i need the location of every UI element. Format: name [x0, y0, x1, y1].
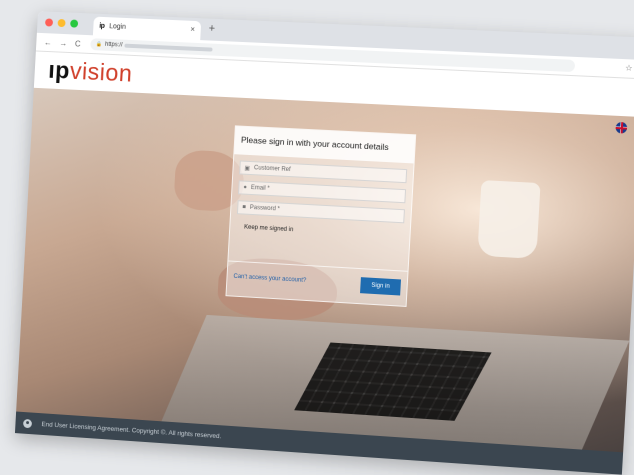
sign-in-button[interactable]: Sign in [360, 277, 401, 295]
close-tab-icon[interactable]: × [190, 25, 195, 34]
reload-icon[interactable]: C [75, 39, 81, 48]
maximize-window-button[interactable] [70, 20, 78, 28]
tab-title: Login [109, 23, 126, 31]
id-card-icon: ▣ [244, 164, 250, 171]
url-redacted [124, 44, 212, 52]
footer-text[interactable]: End User Licensing Agreement. Copyright … [41, 421, 221, 440]
password-placeholder: Password * [250, 205, 280, 213]
ipvision-logo[interactable]: ıpvision [48, 57, 134, 89]
bookmark-star-icon[interactable]: ☆ [625, 63, 633, 72]
close-window-button[interactable] [45, 18, 53, 26]
login-heading: Please sign in with your account details [234, 126, 415, 163]
back-icon[interactable]: ← [44, 38, 52, 47]
login-panel: Please sign in with your account details… [225, 125, 416, 307]
email-field[interactable]: ● Email * [238, 180, 406, 203]
background-cup [477, 180, 540, 259]
url-text: https:// [105, 42, 123, 49]
forward-icon[interactable]: → [59, 38, 67, 47]
minimize-window-button[interactable] [58, 19, 66, 27]
customer-ref-placeholder: Customer Ref [254, 165, 291, 173]
user-icon: ● [243, 185, 247, 191]
tab-favicon-logo: ip [99, 23, 104, 30]
password-field[interactable]: ■ Password * [237, 200, 405, 223]
logo-ip: ıp [48, 57, 71, 85]
cant-access-link[interactable]: Can't access your account? [233, 274, 306, 284]
email-placeholder: Email * [251, 185, 270, 192]
window-controls [45, 18, 78, 27]
new-tab-icon[interactable]: + [208, 23, 215, 35]
lock-icon: ■ [242, 204, 246, 210]
user-circle-icon[interactable] [23, 418, 32, 427]
customer-ref-field[interactable]: ▣ Customer Ref [239, 160, 407, 183]
keep-signed-in-checkbox[interactable]: Keep me signed in [244, 225, 410, 240]
lock-icon: 🔒 [96, 41, 102, 47]
logo-vision: vision [69, 58, 133, 88]
hero-background: Please sign in with your account details… [16, 88, 634, 453]
uk-flag-icon[interactable] [615, 122, 627, 134]
stage: ip Login × + ← → C 🔒 https:// ☆ ıpvision [0, 0, 634, 475]
browser-window: ip Login × + ← → C 🔒 https:// ☆ ıpvision [15, 11, 634, 475]
